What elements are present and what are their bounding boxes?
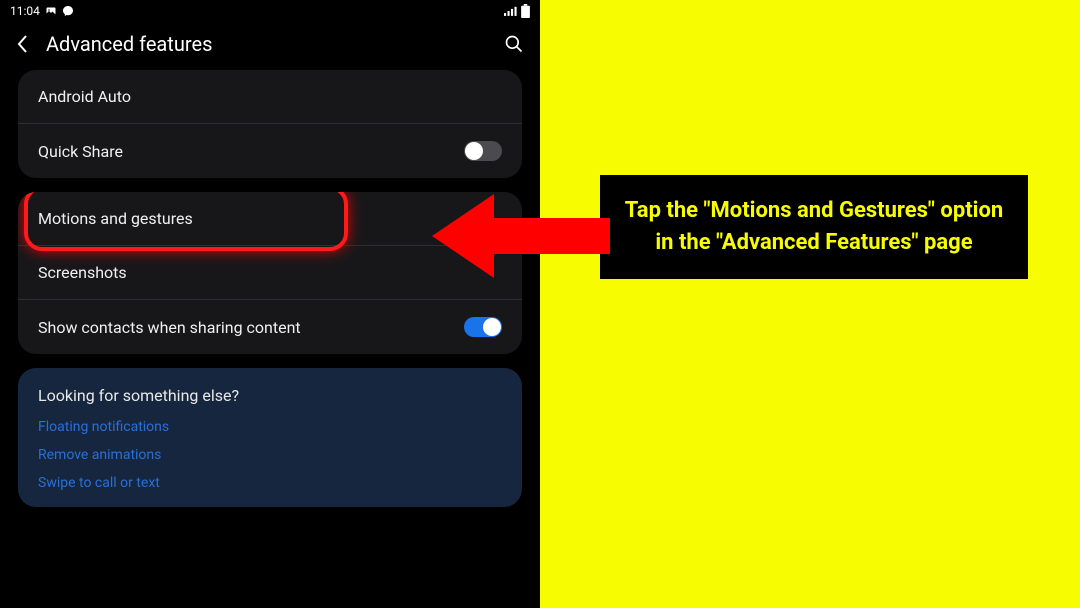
arrow-icon xyxy=(432,186,612,286)
search-icon[interactable] xyxy=(504,34,524,54)
row-label: Show contacts when sharing content xyxy=(38,318,301,337)
row-quick-share[interactable]: Quick Share xyxy=(18,124,522,178)
row-android-auto[interactable]: Android Auto xyxy=(18,70,522,123)
link-swipe-call-text[interactable]: Swipe to call or text xyxy=(38,475,502,491)
card-title: Looking for something else? xyxy=(38,386,502,405)
row-label: Screenshots xyxy=(38,263,127,282)
picture-icon xyxy=(45,5,57,17)
row-label: Quick Share xyxy=(38,142,123,161)
messenger-icon xyxy=(62,5,74,17)
link-floating-notifications[interactable]: Floating notifications xyxy=(38,419,502,435)
back-icon[interactable] xyxy=(16,34,28,54)
row-label: Android Auto xyxy=(38,87,131,106)
row-show-contacts[interactable]: Show contacts when sharing content xyxy=(18,300,522,354)
instruction-text: Tap the "Motions and Gestures" option in… xyxy=(618,195,1010,259)
toggle-show-contacts[interactable] xyxy=(464,317,502,337)
status-bar: 11:04 xyxy=(0,0,540,22)
instruction-panel: Tap the "Motions and Gestures" option in… xyxy=(540,0,1080,608)
phone-screenshot: 11:04 Advanced features xyxy=(0,0,540,608)
link-remove-animations[interactable]: Remove animations xyxy=(38,447,502,463)
battery-icon xyxy=(521,4,530,18)
page-header: Advanced features xyxy=(0,22,540,70)
status-time: 11:04 xyxy=(10,4,40,18)
toggle-quick-share[interactable] xyxy=(464,141,502,161)
looking-for-card: Looking for something else? Floating not… xyxy=(18,368,522,507)
row-label: Motions and gestures xyxy=(38,209,193,228)
signal-icon xyxy=(504,5,518,17)
page-title: Advanced features xyxy=(46,32,504,56)
settings-card-1: Android Auto Quick Share xyxy=(18,70,522,178)
instruction-box: Tap the "Motions and Gestures" option in… xyxy=(600,175,1028,279)
